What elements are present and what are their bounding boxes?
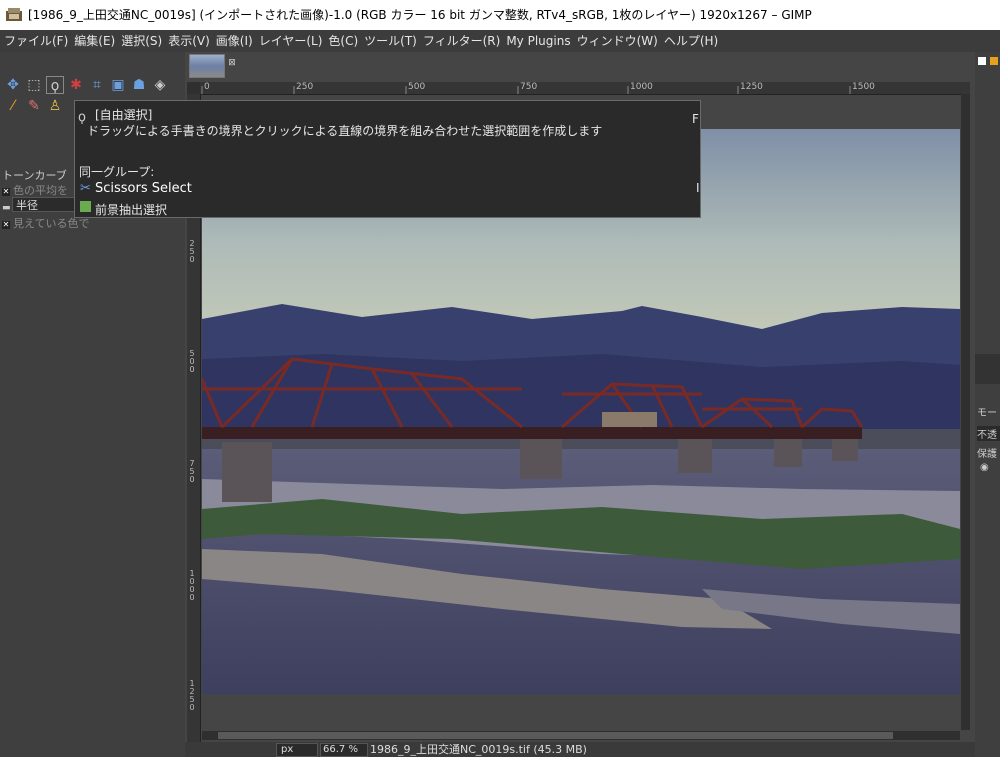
- bucket-fill-tool-icon[interactable]: ◈: [151, 76, 169, 94]
- gimp-app-icon: [6, 8, 22, 21]
- tooltip-shortcut: F: [692, 112, 699, 126]
- ruler-label: 0: [204, 82, 210, 92]
- dock-tab-icon[interactable]: [990, 57, 998, 65]
- foreground-select-icon: [80, 201, 91, 212]
- zoom-select[interactable]: 66.7 %: [320, 743, 368, 757]
- eye-icon[interactable]: ◉: [980, 462, 989, 473]
- menu-image[interactable]: 画像(I): [213, 30, 256, 52]
- layer-mode-label: モー: [977, 408, 997, 419]
- tooltip-group-header: 同一グループ:: [79, 165, 155, 179]
- free-select-tool-icon[interactable]: ϙ: [46, 76, 64, 94]
- menu-layer[interactable]: レイヤー(L): [256, 30, 326, 52]
- ruler-label: 1250: [189, 679, 195, 712]
- horizontal-ruler[interactable]: 0 250 500 750 1000 1250 1500: [200, 82, 970, 95]
- transform-tool-icon[interactable]: ▣: [109, 76, 127, 94]
- menu-view[interactable]: 表示(V): [165, 30, 213, 52]
- dock-menu-icon[interactable]: [978, 57, 986, 65]
- rect-select-tool-icon[interactable]: ⬚: [25, 76, 43, 94]
- sample-average-option[interactable]: ✕ 色の平均を: [2, 182, 68, 198]
- ruler-corner[interactable]: [187, 82, 200, 94]
- menu-bar: ファイル(F) 編集(E) 選択(S) 表示(V) 画像(I) レイヤー(L) 色(C) ツー…: [0, 30, 1000, 52]
- tooltip-item-foreground-select: 前景抽出選択: [95, 203, 168, 217]
- ruler-label: 750: [520, 82, 538, 92]
- fuzzy-select-tool-icon[interactable]: ✱: [67, 76, 85, 94]
- menu-windows[interactable]: ウィンドウ(W): [574, 30, 661, 52]
- menu-my-plugins[interactable]: My Plugins: [503, 30, 573, 52]
- sample-average-checkbox[interactable]: ✕: [2, 188, 10, 196]
- ruler-label: 1500: [852, 82, 875, 92]
- tooltip-item-shortcut: I: [696, 181, 700, 195]
- window-title: [1986_9_上田交通NC_0019s] (インポートされた画像)-1.0 (…: [28, 8, 812, 22]
- tooltip-title: [自由選択]: [95, 108, 153, 122]
- radius-field[interactable]: 半径: [12, 197, 77, 212]
- menu-tools[interactable]: ツール(T): [361, 30, 420, 52]
- title-bar: [1986_9_上田交通NC_0019s] (インポートされた画像)-1.0 (…: [0, 0, 1000, 30]
- ruler-label: 1250: [740, 82, 763, 92]
- tooltip-item-scissors: Scissors Select: [95, 181, 192, 196]
- scroll-thumb[interactable]: [218, 732, 893, 739]
- lasso-icon: ϙ: [78, 110, 86, 125]
- tooltip-description: ドラッグによる手書きの境界とクリックによる直線の境界を組み合わせた選択範囲を作成…: [87, 124, 603, 138]
- opacity-field[interactable]: 不透: [977, 426, 1000, 441]
- vertical-scrollbar[interactable]: [961, 94, 970, 730]
- menu-help[interactable]: ヘルプ(H): [661, 30, 721, 52]
- menu-filters[interactable]: フィルター(R): [420, 30, 503, 52]
- status-bar: px 66.7 % 1986_9_上田交通NC_0019s.tif (45.3 …: [185, 742, 975, 757]
- menu-select[interactable]: 選択(S): [118, 30, 165, 52]
- ruler-label: 500: [408, 82, 426, 92]
- horizontal-scrollbar[interactable]: [202, 731, 960, 740]
- warp-tool-icon[interactable]: ☗: [130, 76, 148, 94]
- clone-tool-icon[interactable]: ♙: [46, 97, 64, 115]
- ruler-label: 500: [189, 349, 195, 374]
- ruler-label: 250: [189, 239, 195, 264]
- menu-edit[interactable]: 編集(E): [71, 30, 118, 52]
- right-dock: モー 不透 保護 ◉: [975, 52, 1000, 757]
- ruler-label: 750: [189, 459, 195, 484]
- layers-tab[interactable]: [975, 354, 1000, 384]
- tool-tooltip: ϙ [自由選択] ドラッグによる手書きの境界とクリックによる直線の境界を組み合わ…: [74, 100, 701, 218]
- image-tab-thumbnail[interactable]: [189, 54, 225, 78]
- visible-colors-checkbox[interactable]: ✕: [2, 221, 10, 229]
- tool-options-title: トーンカーブ: [2, 169, 67, 182]
- scissors-icon: ✂: [80, 181, 91, 196]
- unit-select[interactable]: px: [276, 743, 318, 757]
- menu-colors[interactable]: 色(C): [325, 30, 361, 52]
- menu-file[interactable]: ファイル(F): [0, 30, 71, 52]
- lock-label: 保護: [977, 449, 997, 460]
- crop-tool-icon[interactable]: ⌗: [88, 76, 106, 94]
- ruler-label: 250: [296, 82, 314, 92]
- ruler-label: 1000: [189, 569, 195, 602]
- paintbrush-tool-icon[interactable]: ⁄: [4, 97, 22, 115]
- status-filename: 1986_9_上田交通NC_0019s.tif (45.3 MB): [370, 743, 587, 756]
- ruler-label: 1000: [630, 82, 653, 92]
- eraser-tool-icon[interactable]: ✎: [25, 97, 43, 115]
- close-icon[interactable]: ⊠: [227, 58, 237, 68]
- move-tool-icon[interactable]: ✥: [4, 76, 22, 94]
